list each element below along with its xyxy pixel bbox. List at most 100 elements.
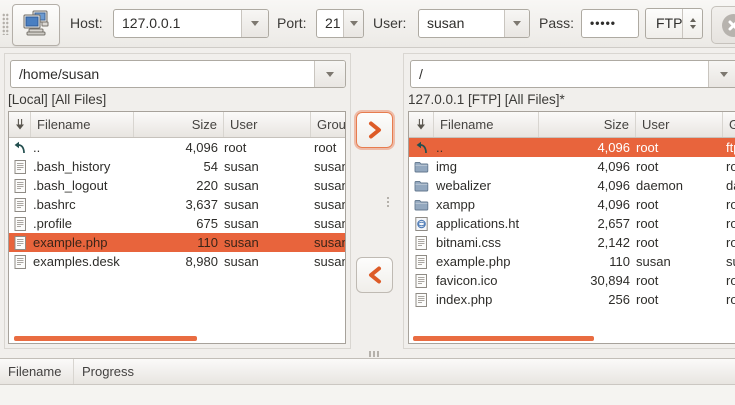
file-row[interactable]: example.php110susansusan bbox=[409, 252, 735, 271]
file-size: 675 bbox=[134, 214, 224, 233]
file-name: .bash_history bbox=[31, 157, 134, 176]
user-label: User: bbox=[373, 0, 406, 48]
sort-column-header[interactable] bbox=[9, 112, 31, 137]
local-horizontal-scrollbar[interactable] bbox=[14, 336, 197, 341]
remote-file-list: ..4,096rootftpimg4,096rootrootwebalizer4… bbox=[409, 138, 735, 343]
file-row[interactable]: ..4,096rootroot bbox=[9, 138, 345, 157]
local-path-combo[interactable]: /home/susan bbox=[10, 60, 346, 88]
file-user: daemon bbox=[636, 176, 723, 195]
file-row[interactable]: index.php256rootroot bbox=[409, 290, 735, 309]
local-file-list: ..4,096rootroot.bash_history54susansusan… bbox=[9, 138, 345, 343]
circle-x-icon bbox=[722, 14, 735, 37]
file-row[interactable]: ..4,096rootftp bbox=[409, 138, 735, 157]
file-row[interactable]: favicon.ico30,894rootroot bbox=[409, 271, 735, 290]
file-user: root bbox=[224, 138, 311, 157]
port-dropdown-button[interactable] bbox=[343, 10, 363, 37]
file-row[interactable]: xampp4,096rootroot bbox=[409, 195, 735, 214]
file-size: 220 bbox=[134, 176, 224, 195]
connect-button[interactable] bbox=[12, 4, 60, 46]
file-icon bbox=[409, 271, 434, 290]
file-size: 2,142 bbox=[539, 233, 636, 252]
local-path-value[interactable]: /home/susan bbox=[19, 61, 99, 88]
file-user: root bbox=[636, 138, 723, 157]
column-header-filename[interactable]: Filename bbox=[31, 112, 134, 137]
file-row[interactable]: .bash_logout220susansusan bbox=[9, 176, 345, 195]
file-user: root bbox=[636, 271, 723, 290]
toolbar-grip[interactable] bbox=[2, 13, 9, 35]
vertical-pane-grip[interactable] bbox=[387, 197, 389, 199]
remote-path-dropdown-button[interactable] bbox=[708, 61, 735, 87]
file-group: root bbox=[723, 195, 735, 214]
remote-file-panel: Filename Size User Group ..4,096rootftpi… bbox=[408, 111, 735, 344]
port-combo[interactable]: 21 bbox=[316, 9, 364, 38]
user-combo[interactable]: susan bbox=[418, 9, 530, 38]
file-user: susan bbox=[224, 176, 311, 195]
column-header-group[interactable]: Group bbox=[723, 112, 735, 137]
file-name: .. bbox=[31, 138, 134, 157]
file-row[interactable]: examples.desk8,980susansusan bbox=[9, 252, 345, 271]
protocol-spinner[interactable]: FTP bbox=[645, 8, 703, 39]
file-row[interactable]: .bash_history54susansusan bbox=[9, 157, 345, 176]
column-header-user[interactable]: User bbox=[224, 112, 311, 137]
file-row[interactable]: applications.ht2,657rootroot bbox=[409, 214, 735, 233]
file-user: susan bbox=[224, 252, 311, 271]
stop-button[interactable] bbox=[711, 6, 735, 44]
column-header-size[interactable]: Size bbox=[539, 112, 636, 137]
queue-column-progress[interactable]: Progress bbox=[74, 359, 735, 384]
folder-icon bbox=[409, 195, 434, 214]
file-name: img bbox=[434, 157, 539, 176]
file-row[interactable]: bitnami.css2,142rootroot bbox=[409, 233, 735, 252]
file-group: susan bbox=[311, 176, 345, 195]
host-combo[interactable]: 127.0.0.1 bbox=[113, 9, 269, 38]
file-size: 4,096 bbox=[539, 195, 636, 214]
file-size: 54 bbox=[134, 157, 224, 176]
queue-column-filename[interactable]: Filename bbox=[0, 359, 74, 384]
file-group: root bbox=[723, 233, 735, 252]
local-path-dropdown-button[interactable] bbox=[314, 61, 345, 87]
protocol-spin-buttons[interactable] bbox=[682, 9, 702, 38]
file-name: .bash_logout bbox=[31, 176, 134, 195]
host-label: Host: bbox=[70, 0, 103, 48]
port-label: Port: bbox=[277, 0, 307, 48]
file-size: 8,980 bbox=[134, 252, 224, 271]
remote-horizontal-scrollbar[interactable] bbox=[413, 336, 594, 341]
sort-column-header[interactable] bbox=[409, 112, 434, 137]
file-size: 256 bbox=[539, 290, 636, 309]
file-row[interactable]: .profile675susansusan bbox=[9, 214, 345, 233]
sort-descending-icon bbox=[416, 118, 426, 131]
file-icon bbox=[409, 233, 434, 252]
chevron-down-icon bbox=[251, 21, 259, 26]
file-row[interactable]: example.php110susansusan bbox=[9, 233, 345, 252]
file-group: daemon bbox=[723, 176, 735, 195]
file-size: 4,096 bbox=[539, 157, 636, 176]
file-icon bbox=[9, 252, 31, 271]
parent-dir-icon bbox=[409, 138, 434, 157]
port-value[interactable]: 21 bbox=[325, 10, 341, 37]
html-file-icon bbox=[409, 214, 434, 233]
file-row[interactable]: img4,096rootroot bbox=[409, 157, 735, 176]
transfer-to-local-button[interactable] bbox=[356, 257, 393, 293]
file-row[interactable]: webalizer4,096daemondaemon bbox=[409, 176, 735, 195]
remote-path-combo[interactable]: / bbox=[410, 60, 735, 88]
column-header-filename[interactable]: Filename bbox=[434, 112, 539, 137]
file-row[interactable]: .bashrc3,637susansusan bbox=[9, 195, 345, 214]
protocol-value: FTP bbox=[656, 9, 682, 38]
file-size: 4,096 bbox=[539, 138, 636, 157]
user-dropdown-button[interactable] bbox=[504, 10, 529, 37]
remote-path-value[interactable]: / bbox=[419, 61, 423, 88]
file-group: susan bbox=[311, 157, 345, 176]
column-header-group[interactable]: Group bbox=[311, 112, 346, 137]
file-user: susan bbox=[224, 195, 311, 214]
file-group: susan bbox=[311, 195, 345, 214]
file-name: example.php bbox=[31, 233, 134, 252]
column-header-user[interactable]: User bbox=[636, 112, 723, 137]
host-value[interactable]: 127.0.0.1 bbox=[122, 10, 180, 37]
transfer-to-remote-button[interactable] bbox=[356, 112, 393, 148]
host-dropdown-button[interactable] bbox=[241, 10, 268, 37]
parent-dir-icon bbox=[9, 138, 31, 157]
horizontal-pane-grip[interactable] bbox=[369, 351, 371, 357]
user-value[interactable]: susan bbox=[427, 10, 464, 37]
file-name: applications.ht bbox=[434, 214, 539, 233]
column-header-size[interactable]: Size bbox=[134, 112, 224, 137]
password-field[interactable]: ••••• bbox=[581, 9, 639, 38]
